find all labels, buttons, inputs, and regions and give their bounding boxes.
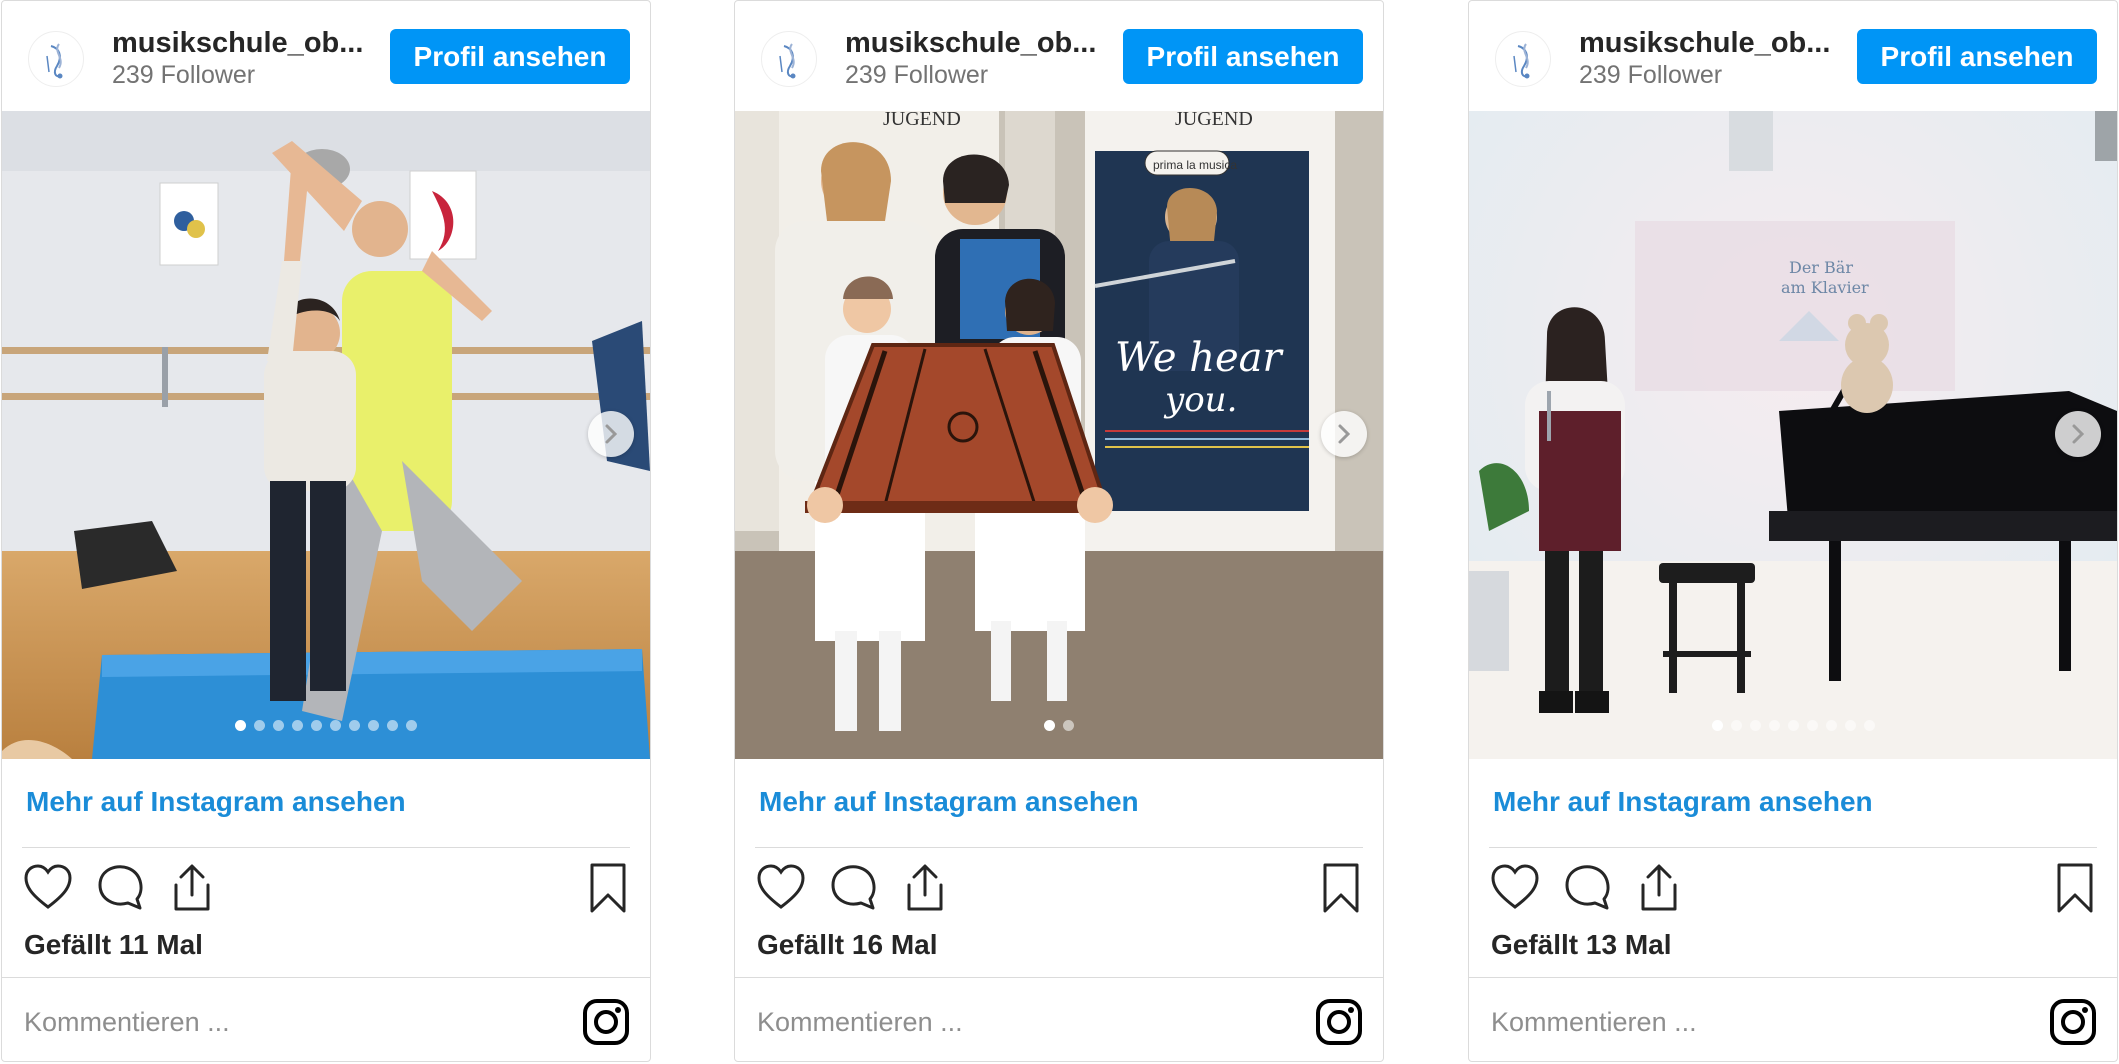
share-icon[interactable] xyxy=(166,861,218,915)
chevron-right-icon xyxy=(2072,424,2085,444)
comment-bar xyxy=(2,977,650,1061)
carousel-dot xyxy=(1825,720,1837,731)
instagram-icon[interactable] xyxy=(2049,998,2097,1046)
carousel-indicator xyxy=(2,720,650,731)
view-profile-button[interactable]: Profil ansehen xyxy=(390,29,630,84)
banner-right-text: JUGEND xyxy=(1175,111,1253,130)
carousel-next-button[interactable] xyxy=(1321,411,1367,457)
profile-avatar[interactable] xyxy=(28,31,84,87)
comment-icon[interactable] xyxy=(94,861,146,915)
music-school-logo xyxy=(1513,43,1530,79)
divider xyxy=(1489,847,2097,848)
follower-count: 239 Follower xyxy=(845,61,989,89)
post-media[interactable]: JUGEND JUGEND prima la musica We hear yo… xyxy=(735,111,1383,759)
instagram-post-card: musikschule_ob... 239 Follower Profil an… xyxy=(1468,0,2118,1062)
post-header: musikschule_ob... 239 Follower Profil an… xyxy=(2,1,650,111)
slogan-line-2: you. xyxy=(1163,380,1237,420)
follower-count: 239 Follower xyxy=(112,61,256,89)
carousel-dot xyxy=(1044,720,1055,731)
carousel-indicator xyxy=(1469,720,2117,731)
follower-count: 239 Follower xyxy=(1579,61,1723,89)
carousel-dot xyxy=(235,720,246,731)
view-profile-button[interactable]: Profil ansehen xyxy=(1857,29,2097,84)
username[interactable]: musikschule_ob... xyxy=(845,27,1096,60)
instagram-icon[interactable] xyxy=(582,998,630,1046)
comment-icon[interactable] xyxy=(827,861,879,915)
divider xyxy=(755,847,1363,848)
instagram-post-card: musikschule_ob... 239 Follower Profil an… xyxy=(734,0,1384,1062)
bookmark-icon[interactable] xyxy=(1315,861,1367,915)
post-actions xyxy=(2,861,650,917)
banner-left-text: JUGEND xyxy=(883,111,961,130)
heart-icon[interactable] xyxy=(1489,861,1541,915)
bookmark-icon[interactable] xyxy=(582,861,634,915)
carousel-dot xyxy=(273,720,284,731)
username[interactable]: musikschule_ob... xyxy=(112,27,363,60)
heart-icon[interactable] xyxy=(22,861,74,915)
carousel-next-button[interactable] xyxy=(2055,411,2101,457)
carousel-dot xyxy=(1711,720,1723,731)
share-icon[interactable] xyxy=(899,861,951,915)
share-icon[interactable] xyxy=(1633,861,1685,915)
dance-lesson-photo xyxy=(2,111,650,759)
carousel-dot xyxy=(1806,720,1818,731)
post-header: musikschule_ob... 239 Follower Profil an… xyxy=(735,1,1383,111)
carousel-indicator xyxy=(735,720,1383,731)
carousel-dot xyxy=(1863,720,1875,731)
carousel-dot xyxy=(1749,720,1761,731)
comment-bar xyxy=(735,977,1383,1061)
carousel-dot xyxy=(330,720,341,731)
comment-bar xyxy=(1469,977,2117,1061)
carousel-dot xyxy=(368,720,379,731)
profile-avatar[interactable] xyxy=(761,31,817,87)
view-more-on-instagram-link[interactable]: Mehr auf Instagram ansehen xyxy=(759,786,1139,818)
screen-text-line-1: Der Bär xyxy=(1789,258,1853,277)
carousel-dot xyxy=(387,720,398,731)
piano-concert-photo: Der Bär am Klavier xyxy=(1469,111,2117,759)
carousel-dot xyxy=(254,720,265,731)
carousel-dot xyxy=(1844,720,1856,731)
music-school-logo xyxy=(46,43,63,79)
post-actions xyxy=(1469,861,2117,917)
music-school-logo xyxy=(779,43,796,79)
like-count: Gefällt 11 Mal xyxy=(24,929,203,960)
carousel-dot xyxy=(406,720,417,731)
post-header: musikschule_ob... 239 Follower Profil an… xyxy=(1469,1,2117,111)
brand-text: prima la musica xyxy=(1153,158,1237,172)
view-more-on-instagram-link[interactable]: Mehr auf Instagram ansehen xyxy=(1493,786,1873,818)
carousel-dot xyxy=(292,720,303,731)
screen-text-line-2: am Klavier xyxy=(1781,278,1869,297)
comment-icon[interactable] xyxy=(1561,861,1613,915)
carousel-dot xyxy=(1768,720,1780,731)
carousel-dot xyxy=(1063,720,1074,731)
profile-avatar[interactable] xyxy=(1495,31,1551,87)
carousel-dot xyxy=(1787,720,1799,731)
divider xyxy=(22,847,630,848)
carousel-next-button[interactable] xyxy=(588,411,634,457)
carousel-dot xyxy=(311,720,322,731)
chevron-right-icon xyxy=(605,424,618,444)
post-media[interactable] xyxy=(2,111,650,759)
chevron-right-icon xyxy=(1338,424,1351,444)
instagram-post-card: musikschule_ob... 239 Follower Profil an… xyxy=(1,0,651,1062)
instagram-icon[interactable] xyxy=(1315,998,1363,1046)
carousel-dot xyxy=(349,720,360,731)
post-actions xyxy=(735,861,1383,917)
slogan-line-1: We hear xyxy=(1115,335,1285,381)
like-count: Gefällt 16 Mal xyxy=(757,929,938,960)
username[interactable]: musikschule_ob... xyxy=(1579,27,1830,60)
carousel-dot xyxy=(1730,720,1742,731)
like-count: Gefällt 13 Mal xyxy=(1491,929,1672,960)
post-media[interactable]: Der Bär am Klavier xyxy=(1469,111,2117,759)
instagram-embed-feed: musikschule_ob... 239 Follower Profil an… xyxy=(0,0,2119,1064)
view-profile-button[interactable]: Profil ansehen xyxy=(1123,29,1363,84)
bookmark-icon[interactable] xyxy=(2049,861,2101,915)
comment-input[interactable] xyxy=(22,996,546,1048)
heart-icon[interactable] xyxy=(755,861,807,915)
dulcimer-award-photo: JUGEND JUGEND prima la musica We hear yo… xyxy=(735,111,1383,759)
comment-input[interactable] xyxy=(755,996,1279,1048)
view-more-on-instagram-link[interactable]: Mehr auf Instagram ansehen xyxy=(26,786,406,818)
comment-input[interactable] xyxy=(1489,996,2013,1048)
